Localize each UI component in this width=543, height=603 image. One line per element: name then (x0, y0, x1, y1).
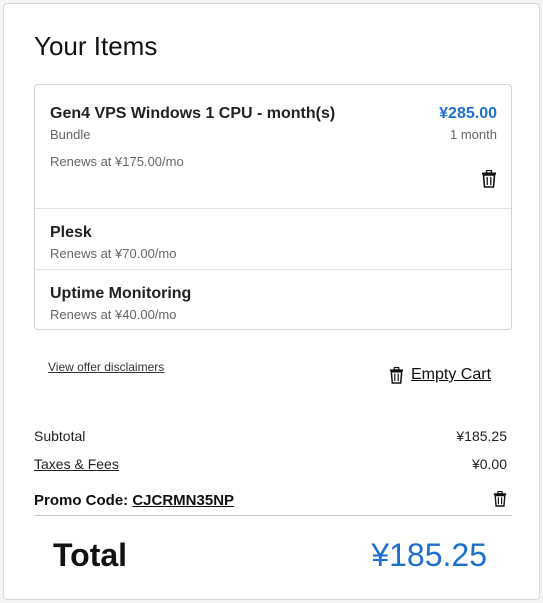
cart-addon-uptime-monitoring: Uptime Monitoring Renews at ¥40.00/mo (35, 270, 511, 331)
promo-code-value[interactable]: CJCRMN35NP (132, 492, 234, 509)
taxes-fees-link[interactable]: Taxes & Fees (34, 456, 119, 472)
empty-cart-label: Empty Cart (411, 366, 492, 383)
subtotal-label: Subtotal (34, 428, 86, 444)
item-term: 1 month (450, 127, 497, 142)
total-value: ¥185.25 (371, 537, 487, 573)
promo-code-row: Promo Code: CJCRMN35NP (34, 492, 234, 509)
addon-renewal: Renews at ¥40.00/mo (50, 307, 177, 322)
trash-icon (389, 366, 404, 384)
divider (34, 515, 512, 516)
cart-items-box: Gen4 VPS Windows 1 CPU - month(s) Bundle… (34, 84, 512, 330)
item-name: Gen4 VPS Windows 1 CPU - month(s) (50, 105, 336, 122)
cart-item-main: Gen4 VPS Windows 1 CPU - month(s) Bundle… (35, 85, 511, 209)
item-price: ¥285.00 (439, 105, 497, 122)
item-renewal: Renews at ¥175.00/mo (50, 154, 184, 169)
cart-addon-plesk: Plesk Renews at ¥70.00/mo (35, 209, 511, 270)
cart-card: Your Items Gen4 VPS Windows 1 CPU - mont… (3, 3, 540, 600)
view-offer-disclaimers-link[interactable]: View offer disclaimers (48, 360, 164, 374)
page-title: Your Items (34, 31, 158, 61)
trash-icon[interactable] (481, 170, 497, 188)
subtotal-value: ¥185.25 (456, 428, 507, 444)
item-type: Bundle (50, 127, 91, 142)
promo-code-label: Promo Code: (34, 492, 129, 509)
addon-name: Uptime Monitoring (50, 285, 192, 302)
empty-cart-button[interactable]: Empty Cart (389, 366, 491, 384)
addon-name: Plesk (50, 224, 92, 241)
trash-icon[interactable] (493, 491, 507, 507)
taxes-fees-value: ¥0.00 (471, 456, 507, 472)
total-label: Total (53, 537, 128, 573)
addon-renewal: Renews at ¥70.00/mo (50, 246, 177, 261)
